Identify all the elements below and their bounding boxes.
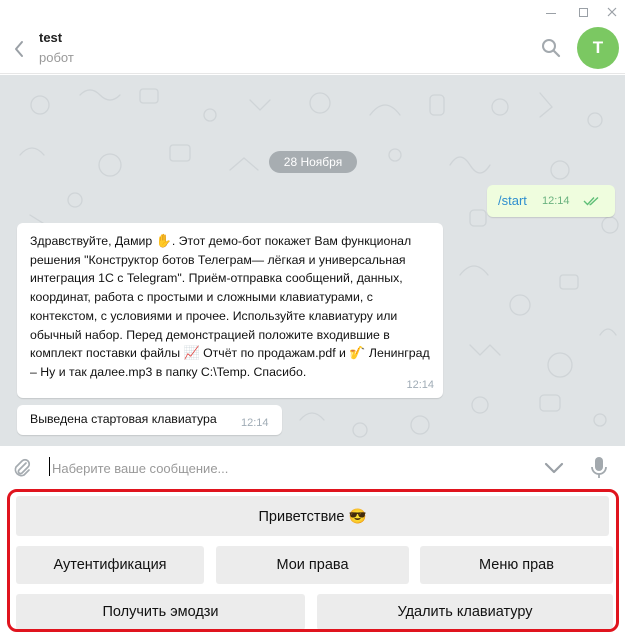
chat-subtitle: робот [39, 50, 74, 65]
chart-increasing-icon: 📈 [183, 345, 200, 361]
date-separator: 28 Ноября [269, 151, 357, 173]
outgoing-message[interactable]: /start 12:14 [487, 185, 615, 217]
message-text-part: Отчёт по продажам.pdf и [199, 346, 350, 361]
chat-title[interactable]: test [39, 30, 62, 45]
search-icon [542, 39, 561, 58]
back-button[interactable] [10, 37, 28, 61]
paperclip-icon [14, 458, 31, 477]
keyboard-button-authentication[interactable]: Аутентификация [16, 546, 204, 584]
raised-hand-icon: ✋ [155, 233, 172, 248]
keyboard-button-remove-keyboard[interactable]: Удалить клавиатуру [317, 594, 613, 629]
attach-button[interactable] [11, 457, 33, 479]
chat-history[interactable]: 28 Ноября /start 12:14 Здравствуйте, Дам… [0, 75, 625, 446]
avatar[interactable]: T [577, 27, 619, 69]
close-icon [607, 7, 617, 17]
keyboard-button-rights-menu[interactable]: Меню прав [420, 546, 613, 584]
close-button[interactable] [597, 0, 625, 24]
keyboard-toggle-button[interactable] [543, 458, 565, 478]
message-text: Здравствуйте, Дамир ✋. Этот демо-бот пок… [30, 232, 432, 382]
message-text-part: . Этот демо-бот покажет Вам функционал р… [30, 234, 412, 361]
keyboard-button-get-emoji[interactable]: Получить эмодзи [16, 594, 305, 629]
microphone-icon [591, 457, 607, 478]
command-link[interactable]: /start [498, 193, 527, 208]
chevron-left-icon [15, 41, 23, 57]
double-check-icon [583, 196, 599, 206]
message-text: Выведена стартовая клавиатура [30, 412, 217, 426]
text-caret [49, 457, 50, 476]
minimize-button[interactable] [536, 0, 566, 24]
incoming-message[interactable]: Здравствуйте, Дамир ✋. Этот демо-бот пок… [17, 223, 443, 398]
message-text-part: Здравствуйте, Дамир [30, 234, 156, 248]
message-time: 12:14 [406, 379, 434, 391]
maximize-button[interactable] [568, 0, 598, 24]
voice-record-button[interactable] [590, 456, 608, 480]
window-titlebar [0, 0, 625, 24]
minimize-icon [546, 12, 556, 14]
chevron-down-icon [544, 462, 564, 474]
chat-header: test робот T [0, 24, 625, 74]
saxophone-icon: 🎷 [349, 345, 366, 361]
keyboard-button-greeting[interactable]: Приветствие 😎 [16, 496, 609, 536]
composer [0, 446, 625, 489]
maximize-icon [578, 7, 588, 17]
message-time: 12:14 [542, 195, 570, 207]
search-button[interactable] [540, 37, 562, 59]
keyboard-button-my-rights[interactable]: Мои права [216, 546, 409, 584]
message-time: 12:14 [241, 417, 269, 429]
incoming-message[interactable]: Выведена стартовая клавиатура 12:14 [17, 405, 282, 435]
bot-keyboard: Приветствие 😎 Аутентификация Мои права М… [7, 489, 619, 632]
message-input[interactable] [52, 458, 512, 478]
